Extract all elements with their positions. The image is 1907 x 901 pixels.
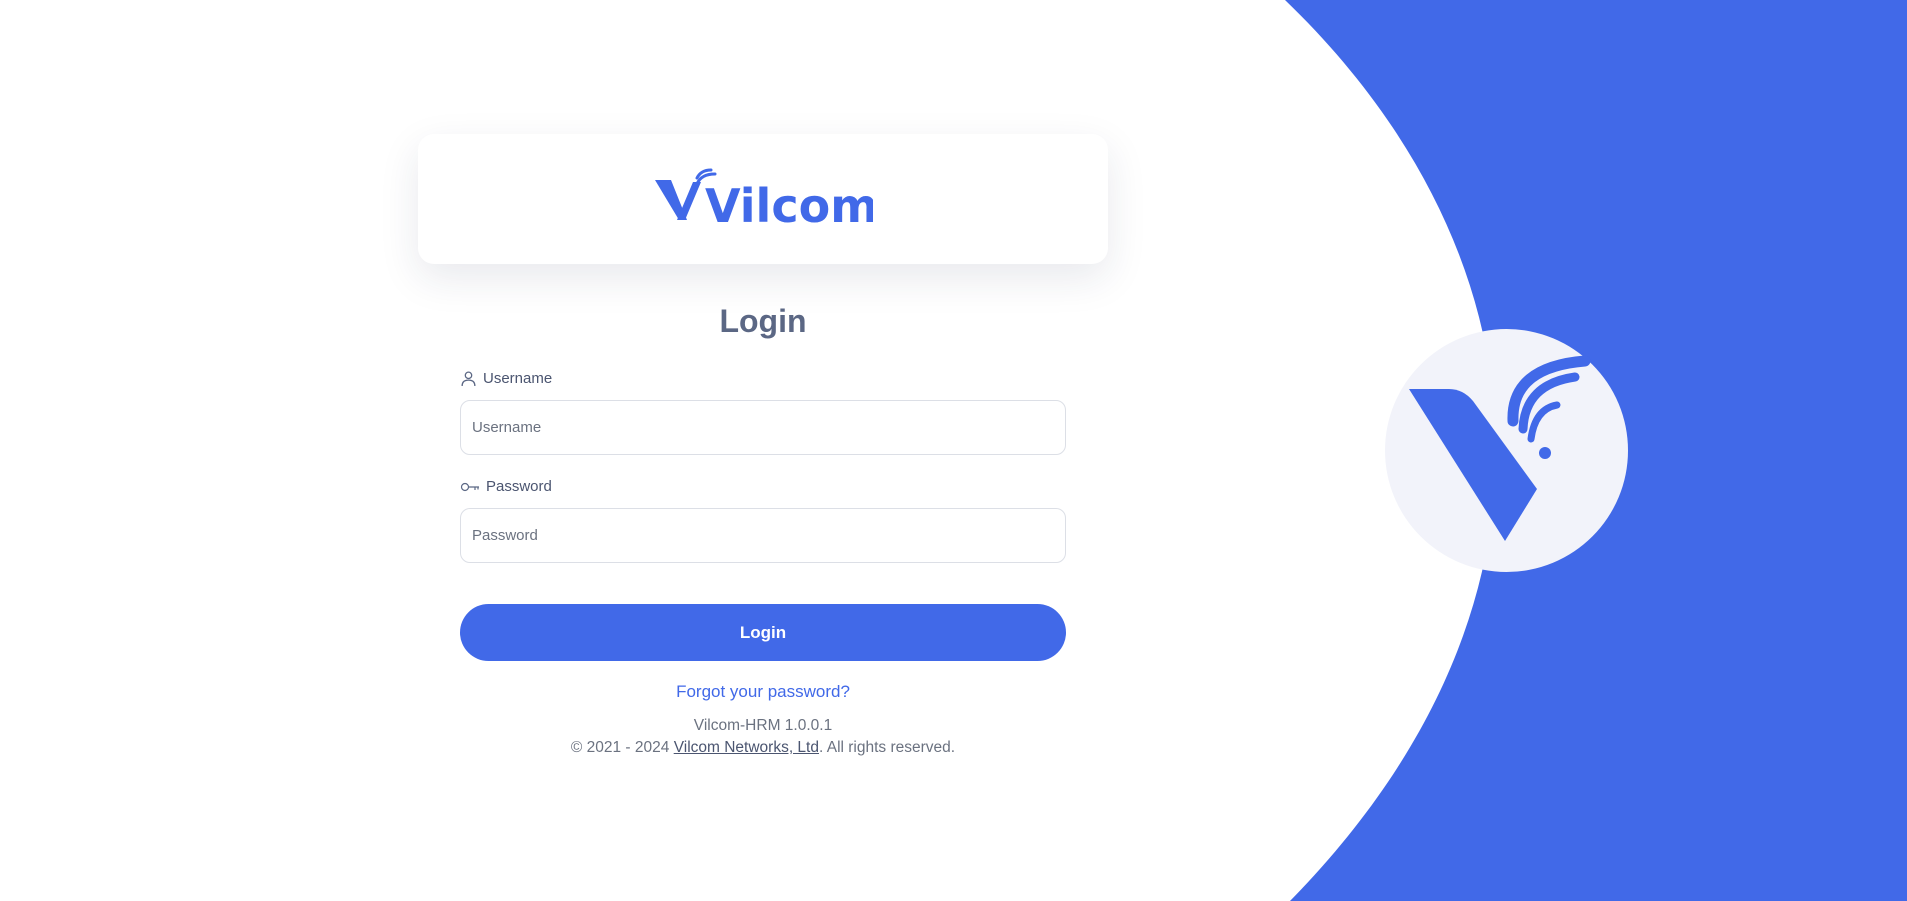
user-icon bbox=[461, 371, 476, 386]
login-title: Login bbox=[719, 303, 807, 339]
svg-text:Vilcom: Vilcom bbox=[705, 179, 873, 233]
logo-card: Vilcom bbox=[418, 134, 1108, 264]
password-label: Password bbox=[460, 478, 552, 495]
forgot-password-link[interactable]: Forgot your password? bbox=[460, 682, 1066, 702]
version-text: Vilcom-HRM 1.0.0.1 bbox=[693, 717, 833, 734]
copyright-prefix: © 2021 - 2024 bbox=[570, 739, 674, 756]
username-label-text: Username bbox=[483, 370, 553, 387]
footer: Vilcom-HRM 1.0.0.1 © 2021 - 2024 Vilcom … bbox=[460, 715, 1066, 759]
login-button[interactable]: Login bbox=[460, 604, 1066, 661]
company-link[interactable]: Vilcom Networks, Ltd bbox=[674, 739, 819, 756]
brand-badge-logo bbox=[1385, 329, 1628, 572]
username-label: Username bbox=[460, 370, 552, 387]
password-label-text: Password bbox=[486, 478, 552, 495]
username-input[interactable] bbox=[460, 400, 1066, 455]
copyright-suffix: . All rights reserved. bbox=[818, 739, 956, 756]
brand-logo: Vilcom bbox=[655, 168, 873, 233]
password-input[interactable] bbox=[460, 508, 1066, 563]
key-icon bbox=[460, 482, 479, 491]
copyright-line: © 2021 - 2024 Vilcom Networks, Ltd. All … bbox=[460, 737, 1066, 759]
